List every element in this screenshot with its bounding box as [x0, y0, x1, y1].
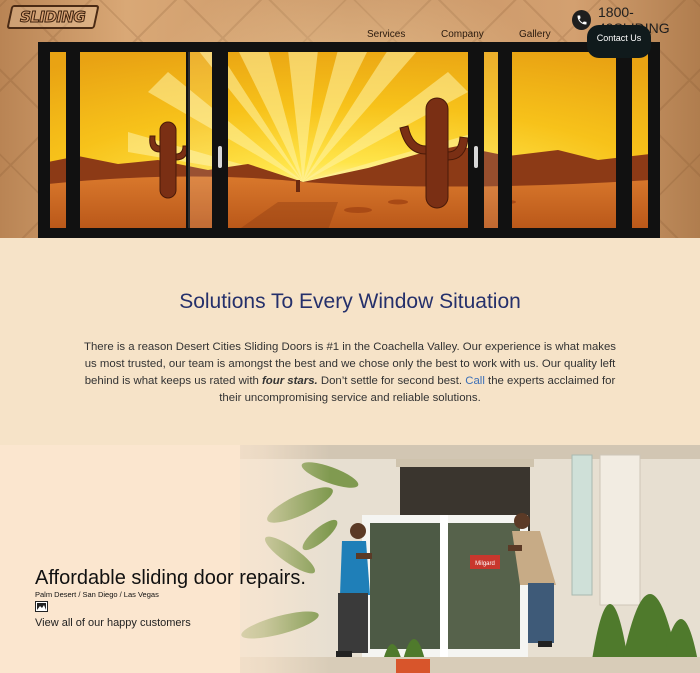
feature-title: Affordable sliding door repairs.: [35, 567, 306, 589]
phone-icon: [572, 10, 591, 30]
milgard-sign: Milgard: [475, 561, 495, 567]
intro-section: Solutions To Every Window Situation Ther…: [0, 238, 700, 445]
happy-customers-link[interactable]: View all of our happy customers: [35, 617, 191, 629]
company-logo[interactable]: SLIDING: [6, 5, 100, 29]
gallery-icon[interactable]: [35, 601, 48, 612]
repair-feature-section: Milgard Affordable sliding door repairs.…: [0, 445, 700, 673]
sliding-door-illustration: [38, 42, 660, 238]
nav-services[interactable]: Services: [367, 29, 405, 40]
intro-text-2: Don’t settle for second best.: [317, 375, 466, 387]
intro-paragraph: There is a reason Desert Cities Sliding …: [78, 339, 622, 407]
section-heading: Solutions To Every Window Situation: [179, 290, 521, 313]
nav-company[interactable]: Company: [441, 29, 484, 40]
hero-banner: SLIDING 1800-49SLIDING Services Company …: [0, 0, 700, 238]
feature-locations: Palm Desert / San Diego / Las Vegas: [35, 590, 159, 599]
nav-gallery[interactable]: Gallery: [519, 29, 551, 40]
photo-fade-overlay: [0, 445, 330, 673]
logo-text: SLIDING: [20, 8, 86, 27]
contact-us-button[interactable]: Contact Us: [587, 25, 651, 58]
call-link[interactable]: Call: [465, 375, 485, 387]
four-stars-emphasis: four stars.: [262, 375, 318, 387]
